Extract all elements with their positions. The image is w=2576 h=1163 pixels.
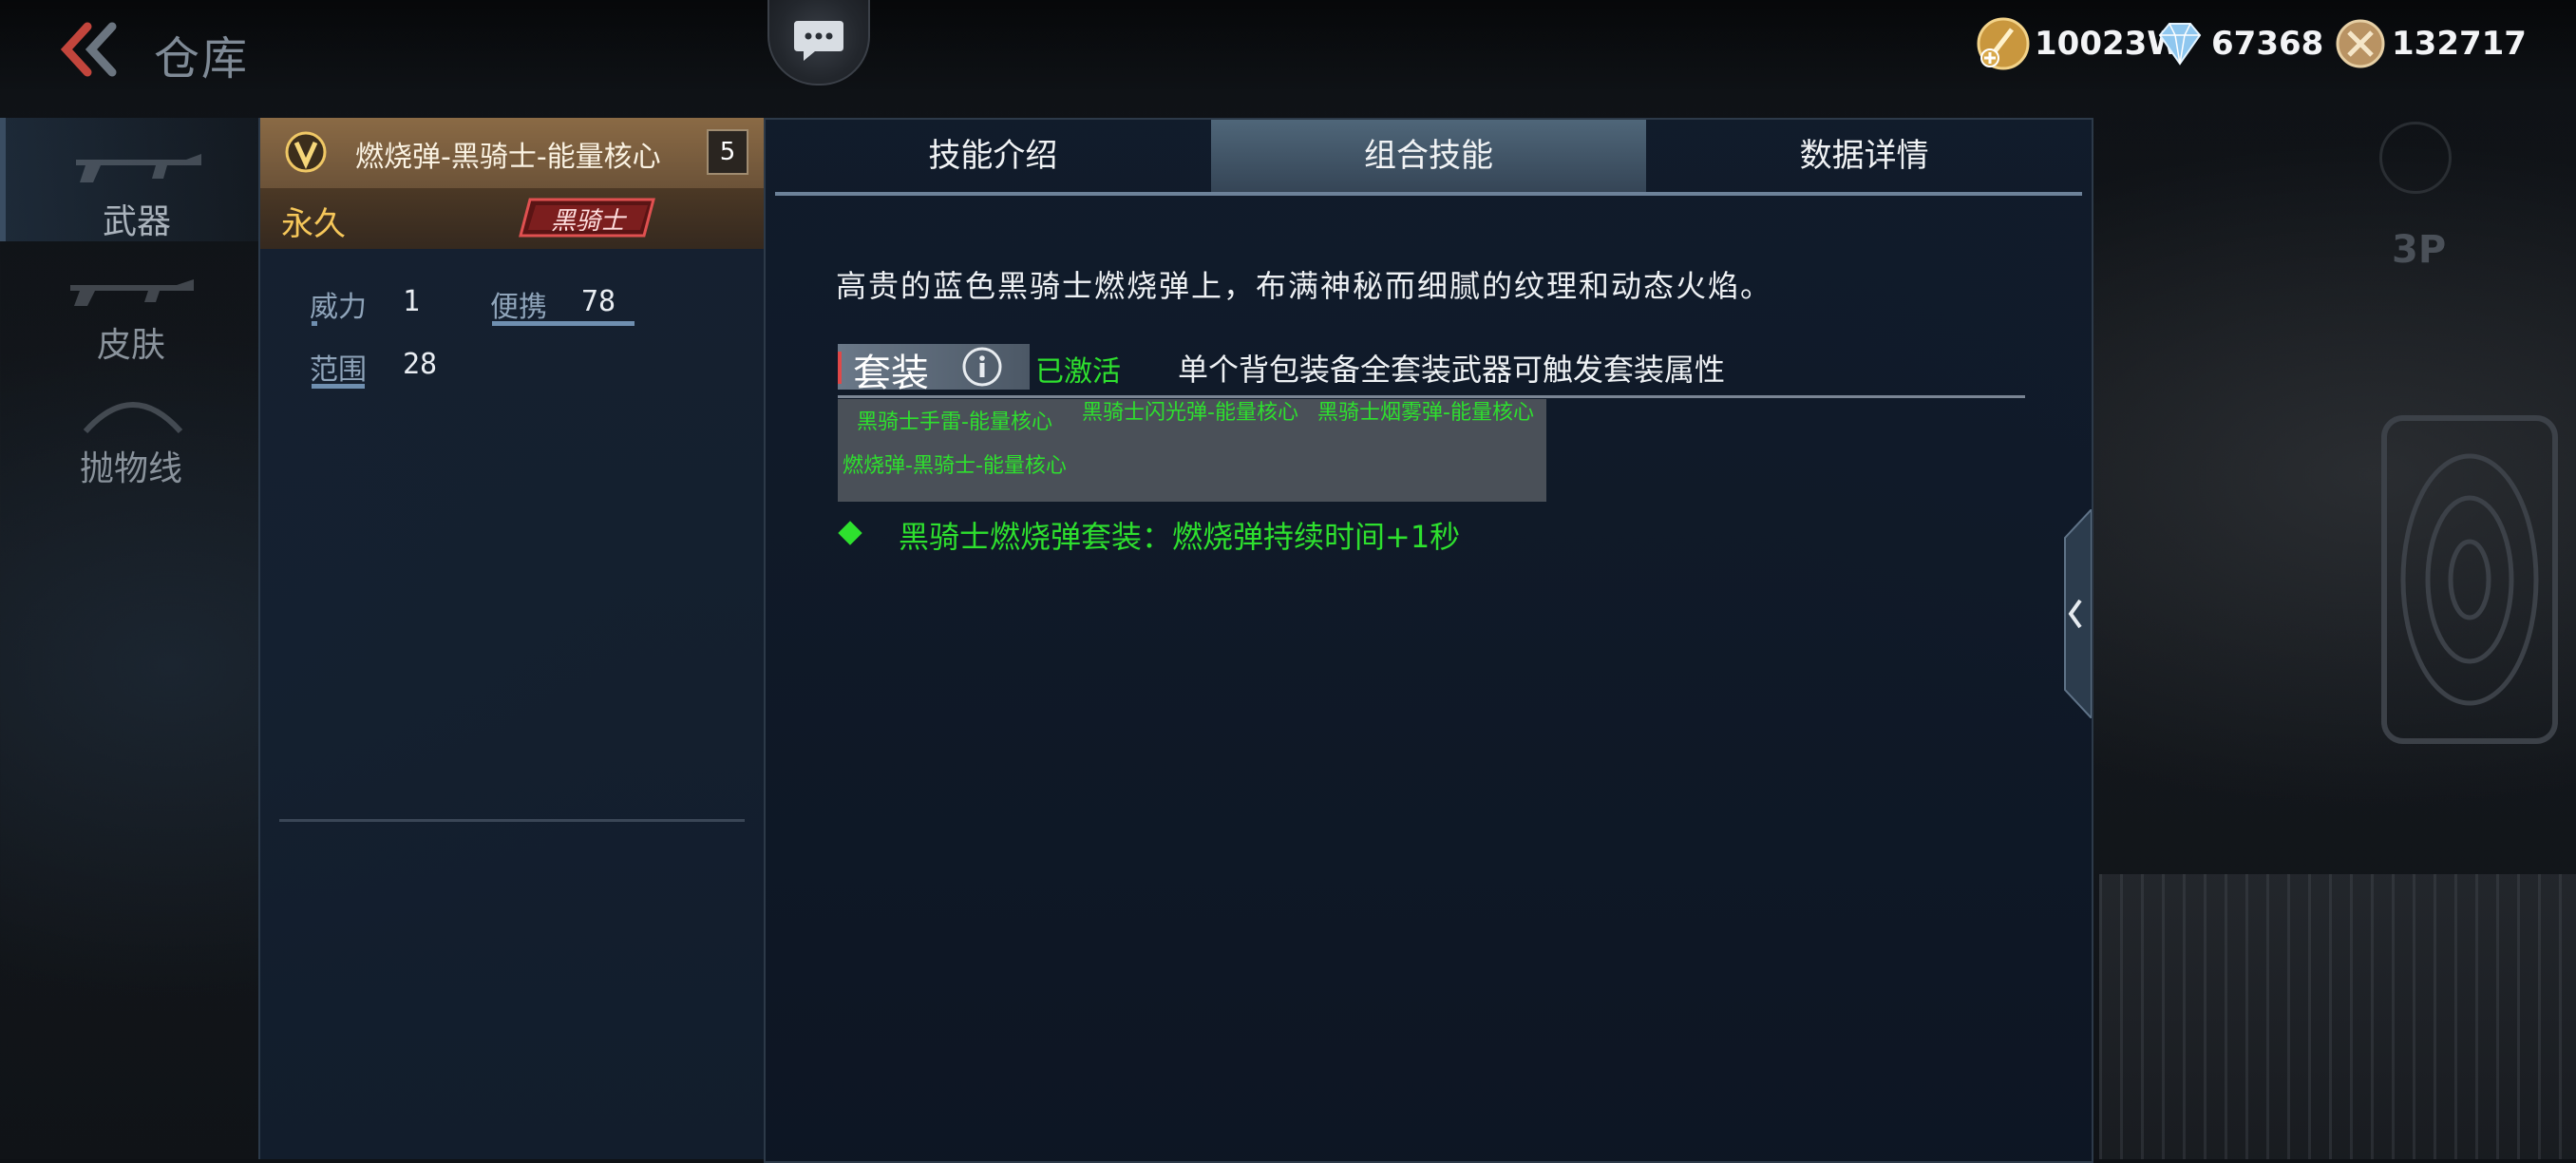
target-board-icon bbox=[2381, 415, 2558, 744]
sidebar-item-trajectory[interactable]: 抛物线 bbox=[0, 365, 262, 488]
diamond-currency[interactable]: 67368 bbox=[2152, 15, 2323, 72]
medal-currency[interactable]: 132717 bbox=[2333, 15, 2527, 72]
item-duration: 永久 bbox=[281, 205, 346, 243]
stat-bar-power bbox=[312, 321, 317, 326]
tab-data-details[interactable]: 数据详情 bbox=[1646, 120, 2082, 192]
bonus-bullet-icon bbox=[838, 521, 862, 545]
set-piece-grenade: 黑骑士手雷-能量核心 bbox=[857, 410, 1052, 434]
back-chevron-icon[interactable] bbox=[59, 21, 125, 78]
tab-combo-skill[interactable]: 组合技能 bbox=[1210, 120, 1647, 192]
set-piece-smoke: 黑骑士烟雾弹-能量核心 bbox=[1317, 401, 1534, 425]
tab-underline bbox=[775, 192, 2082, 196]
rifle-icon bbox=[76, 154, 201, 182]
gold-coin-icon bbox=[1977, 17, 2030, 70]
item-description: 高贵的蓝色黑骑士燃烧弹上，布满神秘而细腻的纹理和动态火焰。 bbox=[836, 268, 1773, 304]
stat-label-range: 范围 bbox=[310, 353, 367, 387]
item-name: 燃烧弹-黑骑士-能量核心 bbox=[355, 141, 661, 174]
stat-value-portability: 78 bbox=[581, 285, 616, 318]
sidebar-item-skins[interactable]: 皮肤 bbox=[0, 241, 262, 365]
set-piece-incendiary: 燃烧弹-黑骑士-能量核心 bbox=[843, 454, 1067, 478]
item-header: 燃烧弹-黑骑士-能量核心 5 永久 黑骑士 bbox=[260, 118, 764, 249]
black-knight-badge-label: 黑骑士 bbox=[551, 207, 626, 236]
stat-bar-range bbox=[312, 384, 365, 389]
camera-view-icon[interactable] bbox=[2379, 122, 2452, 194]
tab-bar: 技能介绍 组合技能 数据详情 bbox=[775, 120, 2082, 192]
stat-label-portability: 便携 bbox=[490, 291, 547, 324]
set-status-badge: 已激活 bbox=[1035, 355, 1121, 389]
stat-bar-portability bbox=[492, 321, 635, 326]
camera-mode-label[interactable]: 3P bbox=[2392, 228, 2446, 272]
info-icon[interactable] bbox=[961, 346, 1003, 388]
stat-label-power: 威力 bbox=[310, 291, 367, 324]
v-rank-icon bbox=[285, 131, 327, 173]
background-floor bbox=[2099, 874, 2576, 1159]
collapse-panel-tab[interactable] bbox=[2057, 509, 2092, 718]
medal-icon bbox=[2336, 19, 2385, 68]
stat-value-power: 1 bbox=[403, 285, 421, 318]
page-title: 仓库 bbox=[154, 32, 250, 86]
stat-value-range: 28 bbox=[403, 348, 438, 381]
skill-panel: 技能介绍 组合技能 数据详情 高贵的蓝色黑骑士燃烧弹上，布满神秘而细腻的纹理和动… bbox=[764, 118, 2093, 1163]
chat-bubble-icon bbox=[794, 21, 843, 61]
medal-value: 132717 bbox=[2392, 25, 2527, 63]
set-note: 单个背包装备全套装武器可触发套装属性 bbox=[1178, 352, 1726, 388]
set-bonus-text: 黑骑士燃烧弹套装：燃烧弹持续时间+1秒 bbox=[899, 519, 1461, 555]
tab-skill-intro[interactable]: 技能介绍 bbox=[775, 120, 1211, 192]
rifle-skin-icon bbox=[70, 279, 194, 306]
item-level-badge: 5 bbox=[707, 129, 748, 175]
set-pieces-list: 黑骑士手雷-能量核心 黑骑士闪光弹-能量核心 黑骑士烟雾弹-能量核心 燃烧弹-黑… bbox=[838, 399, 1546, 502]
set-piece-flashbang: 黑骑士闪光弹-能量核心 bbox=[1082, 401, 1298, 425]
set-label: 套装 bbox=[853, 352, 929, 395]
arc-icon bbox=[83, 402, 183, 433]
diamond-value: 67368 bbox=[2211, 25, 2324, 63]
sidebar-item-label: 皮肤 bbox=[96, 326, 165, 365]
item-info-panel: 燃烧弹-黑骑士-能量核心 5 永久 黑骑士 威力 1 便携 78 范围 28 bbox=[258, 118, 764, 1159]
sidebar-item-label: 武器 bbox=[102, 202, 171, 241]
sidebar-item-weapons[interactable]: 武器 bbox=[0, 118, 268, 241]
set-divider bbox=[838, 395, 2025, 398]
diamond-icon bbox=[2158, 23, 2202, 66]
panel-divider bbox=[279, 819, 745, 822]
set-tag-marker bbox=[838, 352, 842, 384]
sidebar-item-label: 抛物线 bbox=[79, 449, 182, 488]
